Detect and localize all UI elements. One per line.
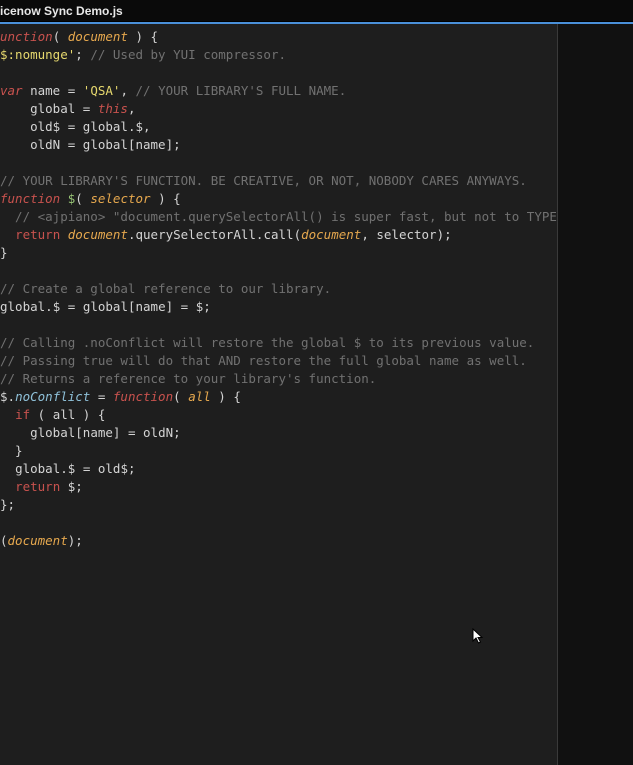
active-tab[interactable]: icenow Sync Demo.js (0, 0, 133, 21)
code-line[interactable]: global = this, (0, 100, 557, 118)
code-line[interactable] (0, 154, 557, 172)
code-line[interactable]: unction( document ) { (0, 28, 557, 46)
code-line[interactable]: // Passing true will do that AND restore… (0, 352, 557, 370)
editor-wrap: unction( document ) {$:nomunge'; // Used… (0, 24, 633, 765)
code-line[interactable] (0, 514, 557, 532)
side-panel (558, 24, 633, 765)
code-line[interactable]: global.$ = old$; (0, 460, 557, 478)
code-editor[interactable]: unction( document ) {$:nomunge'; // Used… (0, 24, 558, 765)
code-line[interactable]: var name = 'QSA', // YOUR LIBRARY'S FULL… (0, 82, 557, 100)
tab-bar: icenow Sync Demo.js (0, 0, 633, 22)
code-line[interactable]: old$ = global.$, (0, 118, 557, 136)
code-line[interactable]: }; (0, 496, 557, 514)
code-line[interactable]: // Calling .noConflict will restore the … (0, 334, 557, 352)
code-line[interactable] (0, 316, 557, 334)
code-line[interactable]: // YOUR LIBRARY'S FUNCTION. BE CREATIVE,… (0, 172, 557, 190)
code-line[interactable] (0, 64, 557, 82)
code-line[interactable] (0, 262, 557, 280)
code-line[interactable]: oldN = global[name]; (0, 136, 557, 154)
code-line[interactable]: function $( selector ) { (0, 190, 557, 208)
code-line[interactable]: } (0, 442, 557, 460)
code-line[interactable]: // Returns a reference to your library's… (0, 370, 557, 388)
code-line[interactable]: global.$ = global[name] = $; (0, 298, 557, 316)
code-line[interactable]: $:nomunge'; // Used by YUI compressor. (0, 46, 557, 64)
code-line[interactable]: // Create a global reference to our libr… (0, 280, 557, 298)
code-line[interactable]: if ( all ) { (0, 406, 557, 424)
code-line[interactable]: return $; (0, 478, 557, 496)
code-line[interactable]: return document.querySelectorAll.call(do… (0, 226, 557, 244)
code-line[interactable]: global[name] = oldN; (0, 424, 557, 442)
code-line[interactable]: (document); (0, 532, 557, 550)
code-line[interactable]: $.noConflict = function( all ) { (0, 388, 557, 406)
code-line[interactable]: } (0, 244, 557, 262)
tab-title: icenow Sync Demo.js (0, 4, 123, 18)
code-line[interactable]: // <ajpiano> "document.querySelectorAll(… (0, 208, 557, 226)
